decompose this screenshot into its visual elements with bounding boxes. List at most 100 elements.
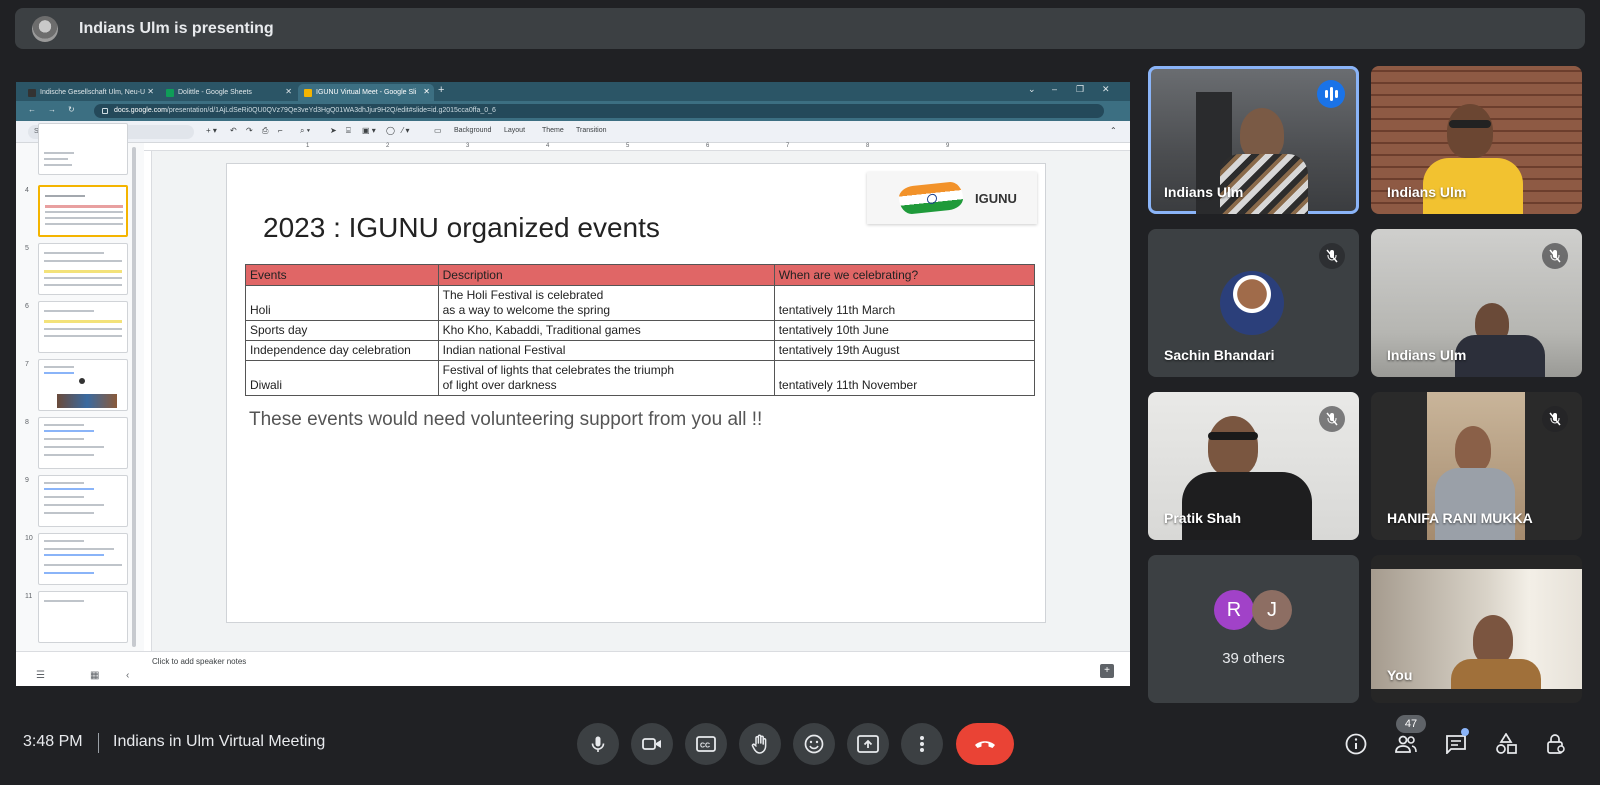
- reactions-button[interactable]: [793, 723, 835, 765]
- captions-button[interactable]: CC: [685, 723, 727, 765]
- people-button[interactable]: [1393, 731, 1419, 757]
- speaker-notes-placeholder: Click to add speaker notes: [152, 657, 247, 666]
- slide-thumbnail[interactable]: [38, 533, 128, 585]
- ruler-mark: 9: [946, 143, 950, 149]
- speaker-notes[interactable]: Click to add speaker notes ☰ ▦ ‹ +: [16, 651, 1130, 686]
- shapes-icon: [1496, 733, 1517, 754]
- description-line: of light over darkness: [442, 378, 557, 392]
- new-tab-icon[interactable]: +: [438, 84, 444, 96]
- camera-button[interactable]: [631, 723, 673, 765]
- end-call-icon: [975, 741, 995, 748]
- slide-thumbnail[interactable]: [38, 475, 128, 527]
- slide-thumbnail[interactable]: [38, 417, 128, 469]
- transition-button[interactable]: Transition: [576, 127, 606, 134]
- redo-icon[interactable]: ↷: [246, 126, 253, 135]
- igunu-logo: IGUNU: [867, 172, 1037, 224]
- leave-call-button[interactable]: [956, 723, 1014, 765]
- presenting-banner: Indians Ulm is presenting: [15, 8, 1585, 49]
- close-icon[interactable]: ✕: [423, 87, 430, 96]
- minimize-icon[interactable]: –: [1052, 84, 1057, 94]
- slide-thumbnail[interactable]: [38, 123, 128, 175]
- activities-button[interactable]: [1493, 731, 1519, 757]
- select-icon[interactable]: ➤: [330, 126, 337, 135]
- background-button[interactable]: Background: [454, 127, 491, 134]
- browser-tab-label: Dolittle - Google Sheets: [178, 89, 252, 96]
- comment-icon[interactable]: ▭: [434, 126, 442, 135]
- print-icon[interactable]: ⎙: [262, 126, 268, 136]
- table-row: Diwali Festival of lights that celebrate…: [245, 360, 1036, 396]
- shape-icon[interactable]: ◯: [386, 126, 395, 135]
- chevron-down-icon[interactable]: ⌄: [1028, 84, 1036, 95]
- ruler-mark: 3: [466, 143, 470, 149]
- participant-tile-4[interactable]: Indians Ulm: [1371, 229, 1582, 377]
- slide-thumbnail[interactable]: [38, 591, 128, 643]
- participant-tile-6[interactable]: HANIFA RANI MUKKA: [1371, 392, 1582, 540]
- theme-button[interactable]: Theme: [542, 127, 564, 134]
- slide-thumbnails: 4 5 6 7 8 9 10 11: [16, 123, 144, 651]
- browser-urlbar: ← → ↻ docs.google.com/presentation/d/1Aj…: [16, 101, 1130, 121]
- event-cell: Holi: [245, 285, 439, 321]
- zoom-icon[interactable]: ⌕ ▾: [300, 126, 310, 136]
- mic-off-icon: [1542, 243, 1568, 269]
- more-options-button[interactable]: [901, 723, 943, 765]
- reload-icon[interactable]: ↻: [68, 105, 75, 114]
- restore-icon[interactable]: ❐: [1076, 84, 1084, 95]
- chevron-up-icon[interactable]: ⌃: [1110, 126, 1117, 135]
- line-icon[interactable]: ⁄ ▾: [402, 126, 410, 135]
- back-icon[interactable]: ←: [28, 105, 36, 114]
- participant-tile-3[interactable]: Sachin Bhandari: [1148, 229, 1359, 377]
- slide-canvas: 1 2 3 4 5 6 7 8 9 IGUNU 2023 : IGUNU org…: [144, 143, 1130, 651]
- browser-tab-2[interactable]: Dolittle - Google Sheets ✕: [160, 84, 296, 101]
- url-path: /presentation/d/1AjLdSeRi0QU0QVz79Qe3veY…: [166, 107, 496, 114]
- undo-icon[interactable]: ↶: [230, 126, 237, 135]
- close-icon[interactable]: ✕: [147, 87, 154, 96]
- participant-tile-5[interactable]: Pratik Shah: [1148, 392, 1359, 540]
- close-window-icon[interactable]: ✕: [1102, 84, 1110, 95]
- slide-thumbnail-selected[interactable]: [38, 185, 128, 237]
- slide-number: 10: [25, 535, 33, 542]
- description-cell: Indian national Festival: [437, 340, 775, 361]
- grid-view-icon[interactable]: ▦: [90, 670, 99, 681]
- events-table: Events Description When are we celebrati…: [245, 264, 1036, 396]
- raise-hand-button[interactable]: [739, 723, 781, 765]
- meeting-details-button[interactable]: [1343, 731, 1369, 757]
- browser-tab-label: Indische Gesellschaft Ulm, Neu-U: [40, 89, 146, 96]
- current-slide[interactable]: IGUNU 2023 : IGUNU organized events Even…: [226, 163, 1046, 623]
- close-icon[interactable]: ✕: [285, 87, 292, 96]
- presenter-avatar: [32, 15, 58, 42]
- microphone-button[interactable]: [577, 723, 619, 765]
- microphone-icon: [591, 736, 605, 752]
- present-button[interactable]: [847, 723, 889, 765]
- thumbnail-scrollbar[interactable]: [132, 147, 136, 647]
- host-controls-button[interactable]: [1543, 731, 1569, 757]
- image-icon[interactable]: ▣ ▾: [362, 126, 376, 135]
- paint-format-icon[interactable]: ⌐: [278, 126, 283, 135]
- participant-tile-2[interactable]: Indians Ulm: [1371, 66, 1582, 214]
- slide-number: 5: [25, 245, 29, 252]
- slide-thumbnail[interactable]: [38, 359, 128, 411]
- slide-number: 8: [25, 419, 29, 426]
- browser-tab-1[interactable]: Indische Gesellschaft Ulm, Neu-U ✕: [22, 84, 158, 101]
- collapse-panel-icon[interactable]: ‹: [126, 670, 129, 681]
- slide-thumbnail[interactable]: [38, 243, 128, 295]
- textbox-icon[interactable]: ⌸: [346, 126, 351, 136]
- ruler-mark: 6: [706, 143, 710, 149]
- forward-icon[interactable]: →: [48, 105, 56, 114]
- slide-number: 4: [25, 187, 29, 194]
- participant-tile-1[interactable]: Indians Ulm: [1148, 66, 1359, 214]
- ruler-mark: 8: [866, 143, 870, 149]
- browser-tab-3[interactable]: IGUNU Virtual Meet - Google Sli ✕: [298, 84, 434, 101]
- unread-indicator: [1461, 728, 1469, 736]
- layout-button[interactable]: Layout: [504, 127, 525, 134]
- filmstrip-view-icon[interactable]: ☰: [36, 670, 45, 681]
- slide-thumbnail[interactable]: [38, 301, 128, 353]
- others-tile[interactable]: R J 39 others: [1148, 555, 1359, 703]
- ruler-left: [144, 151, 152, 651]
- new-slide-icon[interactable]: + ▾: [206, 126, 217, 135]
- explore-icon[interactable]: +: [1100, 664, 1114, 678]
- self-tile[interactable]: You: [1371, 555, 1582, 703]
- address-bar[interactable]: docs.google.com/presentation/d/1AjLdSeRi…: [94, 104, 1104, 118]
- browser-tab-label: IGUNU Virtual Meet - Google Sli: [316, 89, 417, 96]
- slide-number: 11: [25, 593, 33, 600]
- description-line: The Holi Festival is celebrated: [442, 288, 604, 302]
